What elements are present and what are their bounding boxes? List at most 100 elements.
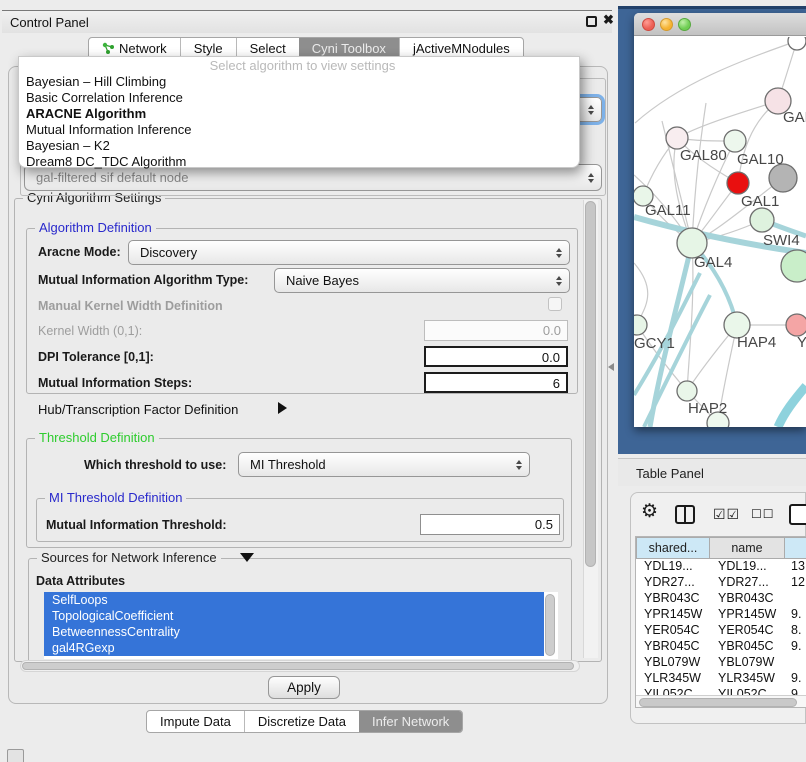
zoom-traffic-light[interactable] — [678, 18, 691, 31]
tab-discretize-data[interactable]: Discretize Data — [244, 711, 359, 732]
cell-name[interactable]: YIL052C — [718, 687, 782, 695]
table-row[interactable]: YDR27... YDR27... 12 — [636, 575, 806, 591]
table-row[interactable]: YDL19... YDL19... 13 — [636, 559, 806, 575]
divider-collapse-arrow-icon[interactable] — [608, 363, 614, 371]
list-item-selected[interactable]: BetweennessCentrality — [44, 624, 544, 640]
node-gal10[interactable] — [724, 130, 746, 152]
list-vscroll-thumb[interactable] — [545, 594, 555, 656]
cell-name[interactable]: YPR145W — [718, 607, 782, 621]
node-hap2[interactable] — [677, 381, 697, 401]
table-row[interactable]: YPR145W YPR145W 9. — [636, 607, 806, 623]
list-item-selected[interactable]: TopologicalCoefficient — [44, 608, 544, 624]
float-window-icon[interactable] — [586, 16, 597, 27]
dropdown-item[interactable]: Basic Correlation Inference — [19, 90, 579, 106]
table-hscroll-thumb[interactable] — [639, 698, 797, 707]
cell-value[interactable]: 9. — [791, 607, 806, 621]
cell-value[interactable]: 12 — [791, 575, 806, 589]
cell-shared-name[interactable]: YER054C — [644, 623, 708, 637]
restore-panel-icon[interactable] — [7, 749, 24, 762]
dropdown-item[interactable]: Dream8 DC_TDC Algorithm — [19, 154, 579, 170]
hub-expand-arrow-icon[interactable] — [278, 402, 287, 414]
cell-name[interactable]: YBL079W — [718, 655, 782, 669]
apply-button[interactable]: Apply — [268, 676, 340, 699]
tab-impute-data[interactable]: Impute Data — [147, 711, 244, 732]
table-row[interactable]: YBR045C YBR045C 9. — [636, 639, 806, 655]
table-row[interactable]: YBL079W YBL079W — [636, 655, 806, 671]
cell-shared-name[interactable]: YDR27... — [644, 575, 708, 589]
dpi-tolerance-field[interactable]: 0.0 — [424, 346, 568, 367]
gear-icon[interactable]: ⚙ — [641, 502, 658, 521]
sources-group-title[interactable]: Sources for Network Inference — [37, 550, 221, 565]
cell-name[interactable]: YDR27... — [718, 575, 782, 589]
cell-shared-name[interactable]: YBR043C — [644, 591, 708, 605]
cell-shared-name[interactable]: YPR145W — [644, 607, 708, 621]
deselect-all-columns-icon[interactable]: ☐☐ — [751, 507, 775, 521]
combo-spinner-icon — [556, 248, 562, 258]
settings-hscroll-thumb[interactable] — [22, 662, 574, 670]
close-traffic-light[interactable] — [642, 18, 655, 31]
network-window-titlebar[interactable] — [634, 13, 806, 36]
mi-steps-field[interactable]: 6 — [424, 372, 568, 393]
select-all-columns-icon[interactable]: ☑☑ — [713, 506, 740, 523]
cell-name[interactable]: YBR045C — [718, 639, 782, 653]
network-graph: GAL GAL80 GAL10 GAL1 GAL11 SWI4 GAL4 GCY… — [634, 37, 806, 427]
table-row[interactable]: YER054C YER054C 8. — [636, 623, 806, 639]
node-top-right[interactable] — [788, 37, 806, 50]
node-gray[interactable] — [769, 164, 797, 192]
cell-shared-name[interactable]: YLR345W — [644, 671, 708, 685]
cell-value[interactable]: 13 — [791, 559, 806, 573]
cell-name[interactable]: YDL19... — [718, 559, 782, 573]
hub-section-label[interactable]: Hub/Transcription Factor Definition — [38, 402, 238, 417]
cell-shared-name[interactable]: YIL052C — [644, 687, 708, 695]
network-canvas[interactable]: GAL GAL80 GAL10 GAL1 GAL11 SWI4 GAL4 GCY… — [634, 37, 806, 427]
column-header-shared-name[interactable]: shared... — [636, 537, 710, 559]
table-horizontal-scrollbar[interactable] — [636, 695, 806, 708]
node-gcy1[interactable] — [634, 315, 647, 335]
column-header-partial[interactable] — [785, 537, 806, 559]
node-swi4[interactable] — [750, 208, 774, 232]
combo-spinner-icon — [588, 105, 594, 115]
manual-kernel-checkbox[interactable] — [548, 297, 562, 311]
cell-name[interactable]: YBR043C — [718, 591, 782, 605]
aracne-mode-combo[interactable]: Discovery — [128, 240, 570, 265]
new-column-icon[interactable] — [789, 504, 806, 525]
node-gal80[interactable] — [666, 127, 688, 149]
column-header-name[interactable]: name — [710, 537, 785, 559]
node-label: GAL80 — [680, 147, 727, 164]
columns-icon-divider — [684, 507, 686, 522]
cell-value[interactable]: 9. — [791, 639, 806, 653]
sources-collapse-arrow-icon[interactable] — [240, 553, 254, 562]
table-row[interactable]: YBR043C YBR043C — [636, 591, 806, 607]
cell-name[interactable]: YLR345W — [718, 671, 782, 685]
list-item-selected[interactable]: gal4RGexp — [44, 640, 544, 656]
dropdown-item[interactable]: Mutual Information Inference — [19, 122, 579, 138]
columns-icon[interactable] — [675, 505, 695, 524]
which-threshold-combo[interactable]: MI Threshold — [238, 452, 530, 477]
algorithm-definition-title: Algorithm Definition — [35, 220, 156, 235]
dropdown-item[interactable]: Bayesian – Hill Climbing — [19, 74, 579, 90]
mi-algorithm-type-combo[interactable]: Naive Bayes — [274, 268, 570, 293]
node-green-right[interactable] — [781, 250, 806, 282]
cell-shared-name[interactable]: YBL079W — [644, 655, 708, 669]
cell-value[interactable]: 8. — [791, 623, 806, 637]
cell-shared-name[interactable]: YBR045C — [644, 639, 708, 653]
settings-vscroll-thumb[interactable] — [585, 201, 596, 567]
table-row[interactable]: YIL052C YIL052C 9. — [636, 687, 806, 695]
tab-infer-network-label: Infer Network — [372, 714, 449, 729]
tab-infer-network[interactable]: Infer Network — [359, 711, 462, 732]
minimize-traffic-light[interactable] — [660, 18, 673, 31]
kernel-width-field[interactable]: 0.0 — [424, 320, 568, 341]
dropdown-item[interactable]: Bayesian – K2 — [19, 138, 579, 154]
node-gal1-red[interactable] — [727, 172, 749, 194]
cell-shared-name[interactable]: YDL19... — [644, 559, 708, 573]
cell-value[interactable]: 9. — [791, 671, 806, 685]
mi-threshold-field[interactable]: 0.5 — [420, 514, 560, 535]
cell-value[interactable]: 9. — [791, 687, 806, 695]
cyni-bottom-tabbar: Impute Data Discretize Data Infer Networ… — [146, 710, 463, 733]
node-pink-right[interactable] — [786, 314, 806, 336]
list-item-selected[interactable]: SelfLoops — [44, 592, 544, 608]
cell-name[interactable]: YER054C — [718, 623, 782, 637]
table-row[interactable]: YLR345W YLR345W 9. — [636, 671, 806, 687]
dropdown-item-selected[interactable]: ARACNE Algorithm — [19, 106, 579, 122]
close-icon[interactable]: ✖ — [603, 12, 614, 28]
